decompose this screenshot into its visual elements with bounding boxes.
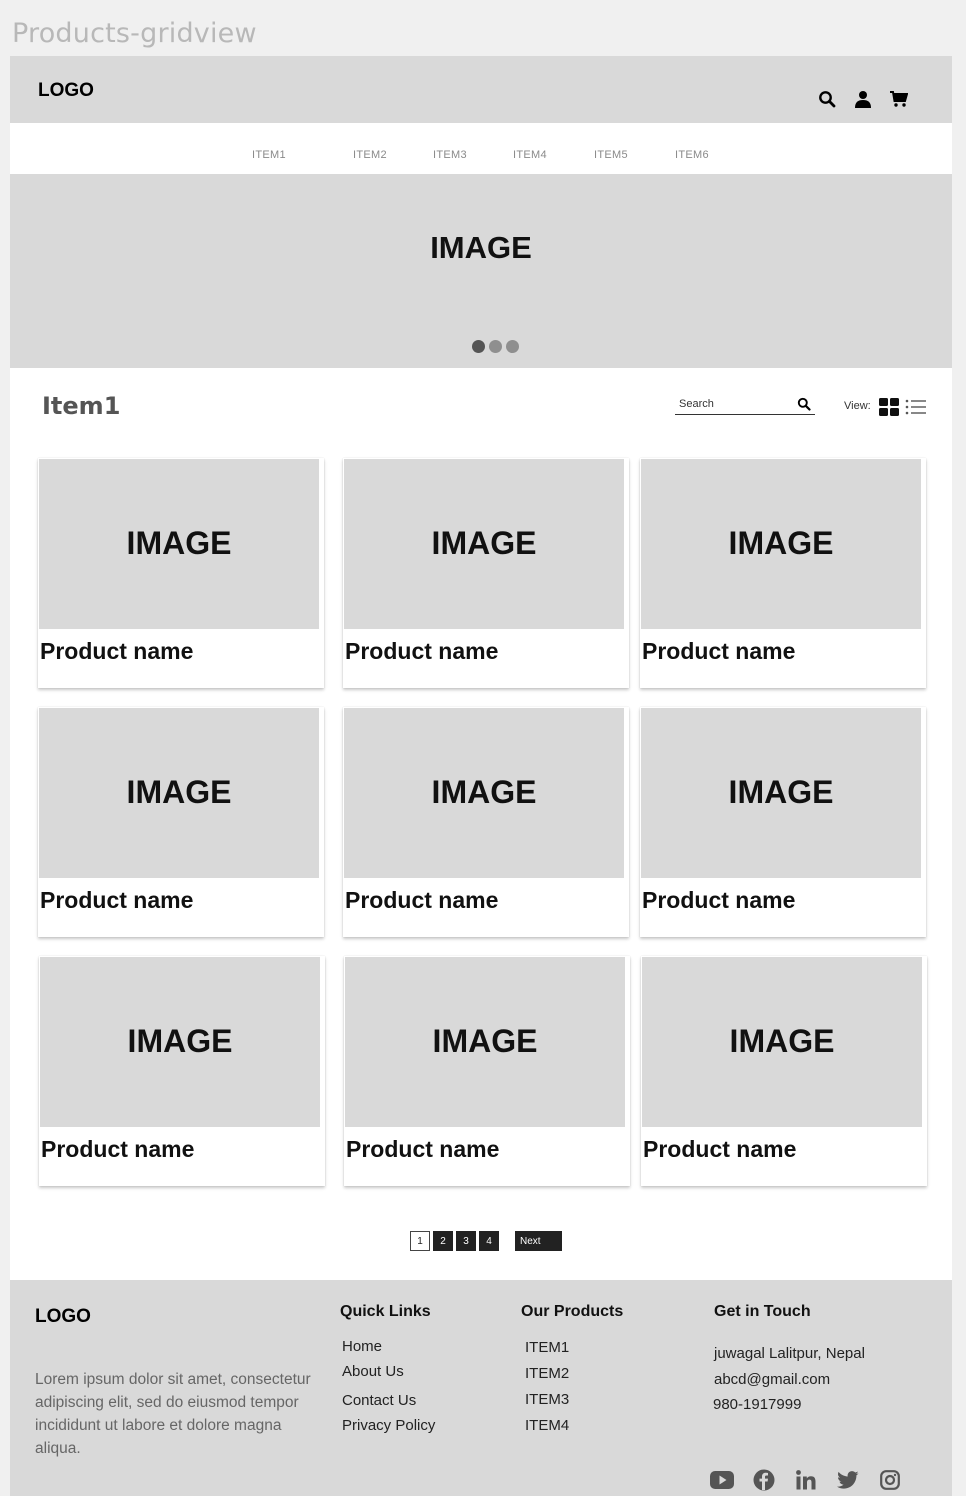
footer-link-home[interactable]: Home — [342, 1338, 382, 1355]
logo[interactable]: LOGO — [38, 80, 94, 102]
product-image: IMAGE — [344, 459, 624, 629]
facebook-icon[interactable] — [752, 1468, 776, 1492]
product-search-input[interactable]: Search — [675, 395, 815, 415]
youtube-icon[interactable] — [710, 1468, 734, 1492]
pagination: 1 2 3 4 Next — [410, 1231, 562, 1251]
footer-link-privacy[interactable]: Privacy Policy — [342, 1417, 435, 1434]
list-view-icon[interactable] — [905, 398, 927, 416]
product-card[interactable]: IMAGE Product name — [38, 707, 324, 937]
nav-item-6[interactable]: ITEM6 — [675, 149, 709, 161]
footer-product-item-2[interactable]: ITEM2 — [525, 1365, 569, 1382]
grid-view-icon[interactable] — [879, 398, 899, 416]
product-image-label: IMAGE — [127, 1023, 233, 1059]
nav-item-5[interactable]: ITEM5 — [594, 149, 628, 161]
quick-links-title: Quick Links — [340, 1303, 431, 1320]
footer-product-item-4[interactable]: ITEM4 — [525, 1417, 569, 1434]
get-in-touch-title: Get in Touch — [714, 1303, 811, 1320]
product-image-label: IMAGE — [728, 774, 834, 810]
product-image: IMAGE — [641, 459, 921, 629]
footer: LOGO Lorem ipsum dolor sit amet, consect… — [10, 1280, 952, 1496]
carousel-dot-2[interactable] — [489, 340, 502, 353]
footer-logo[interactable]: LOGO — [35, 1306, 91, 1328]
hero-image-label: IMAGE — [430, 230, 532, 265]
instagram-icon[interactable] — [878, 1468, 902, 1492]
product-card[interactable]: IMAGE Product name — [39, 956, 325, 1186]
product-image: IMAGE — [344, 708, 624, 878]
product-image-label: IMAGE — [126, 525, 232, 561]
product-name: Product name — [40, 887, 194, 913]
carousel-dots — [472, 340, 519, 353]
product-image: IMAGE — [642, 957, 922, 1127]
product-image-label: IMAGE — [126, 774, 232, 810]
header: LOGO — [10, 56, 952, 123]
product-image-label: IMAGE — [728, 525, 834, 561]
product-card[interactable]: IMAGE Product name — [640, 458, 926, 688]
frame-title: Products-gridview — [12, 18, 257, 49]
nav-item-3[interactable]: ITEM3 — [433, 149, 467, 161]
our-products-title: Our Products — [521, 1303, 624, 1320]
social-links — [710, 1468, 902, 1492]
product-name: Product name — [346, 1136, 500, 1162]
contact-address: juwagal Lalitpur, Nepal — [714, 1345, 865, 1362]
page-button-1[interactable]: 1 — [410, 1231, 430, 1251]
cart-icon[interactable] — [888, 88, 910, 110]
product-card[interactable]: IMAGE Product name — [343, 458, 629, 688]
nav-item-1[interactable]: ITEM1 — [252, 149, 286, 161]
product-name: Product name — [40, 638, 194, 664]
footer-product-item-3[interactable]: ITEM3 — [525, 1391, 569, 1408]
carousel-dot-1[interactable] — [472, 340, 485, 353]
footer-description: Lorem ipsum dolor sit amet, consectetur … — [35, 1371, 311, 1457]
linkedin-icon[interactable] — [794, 1468, 818, 1492]
product-name: Product name — [642, 638, 796, 664]
product-image-label: IMAGE — [431, 774, 537, 810]
product-name: Product name — [643, 1136, 797, 1162]
product-image-label: IMAGE — [729, 1023, 835, 1059]
product-card[interactable]: IMAGE Product name — [641, 956, 927, 1186]
product-image: IMAGE — [641, 708, 921, 878]
page: LOGO ITEM1 ITEM2 ITEM3 ITEM4 ITEM5 ITEM6… — [10, 56, 952, 1496]
product-image: IMAGE — [39, 708, 319, 878]
contact-email[interactable]: abcd@gmail.com — [714, 1371, 830, 1388]
view-label: View: — [844, 400, 871, 412]
twitter-icon[interactable] — [836, 1468, 860, 1492]
product-image-label: IMAGE — [432, 1023, 538, 1059]
nav-item-2[interactable]: ITEM2 — [353, 149, 387, 161]
hero-banner[interactable]: IMAGE — [10, 174, 952, 368]
page-button-3[interactable]: 3 — [456, 1231, 476, 1251]
product-image-label: IMAGE — [431, 525, 537, 561]
footer-product-item-1[interactable]: ITEM1 — [525, 1339, 569, 1356]
product-name: Product name — [345, 638, 499, 664]
category-title: Item1 — [42, 392, 121, 420]
nav-item-4[interactable]: ITEM4 — [513, 149, 547, 161]
product-card[interactable]: IMAGE Product name — [38, 458, 324, 688]
product-card[interactable]: IMAGE Product name — [640, 707, 926, 937]
product-image: IMAGE — [40, 957, 320, 1127]
product-card[interactable]: IMAGE Product name — [343, 707, 629, 937]
product-image: IMAGE — [345, 957, 625, 1127]
next-page-button[interactable]: Next — [515, 1231, 562, 1251]
search-placeholder: Search — [679, 398, 714, 410]
page-button-4[interactable]: 4 — [479, 1231, 499, 1251]
user-icon[interactable] — [852, 88, 874, 110]
product-card[interactable]: IMAGE Product name — [344, 956, 630, 1186]
carousel-dot-3[interactable] — [506, 340, 519, 353]
product-image: IMAGE — [39, 459, 319, 629]
search-icon[interactable] — [797, 397, 811, 411]
page-button-2[interactable]: 2 — [433, 1231, 453, 1251]
product-name: Product name — [345, 887, 499, 913]
search-icon[interactable] — [816, 88, 838, 110]
header-icons — [816, 88, 910, 110]
contact-phone[interactable]: 980-1917999 — [713, 1396, 801, 1413]
footer-link-about[interactable]: About Us — [342, 1363, 404, 1380]
product-name: Product name — [642, 887, 796, 913]
main-nav: ITEM1 ITEM2 ITEM3 ITEM4 ITEM5 ITEM6 — [10, 123, 952, 174]
footer-link-contact[interactable]: Contact Us — [342, 1392, 416, 1409]
product-name: Product name — [41, 1136, 195, 1162]
